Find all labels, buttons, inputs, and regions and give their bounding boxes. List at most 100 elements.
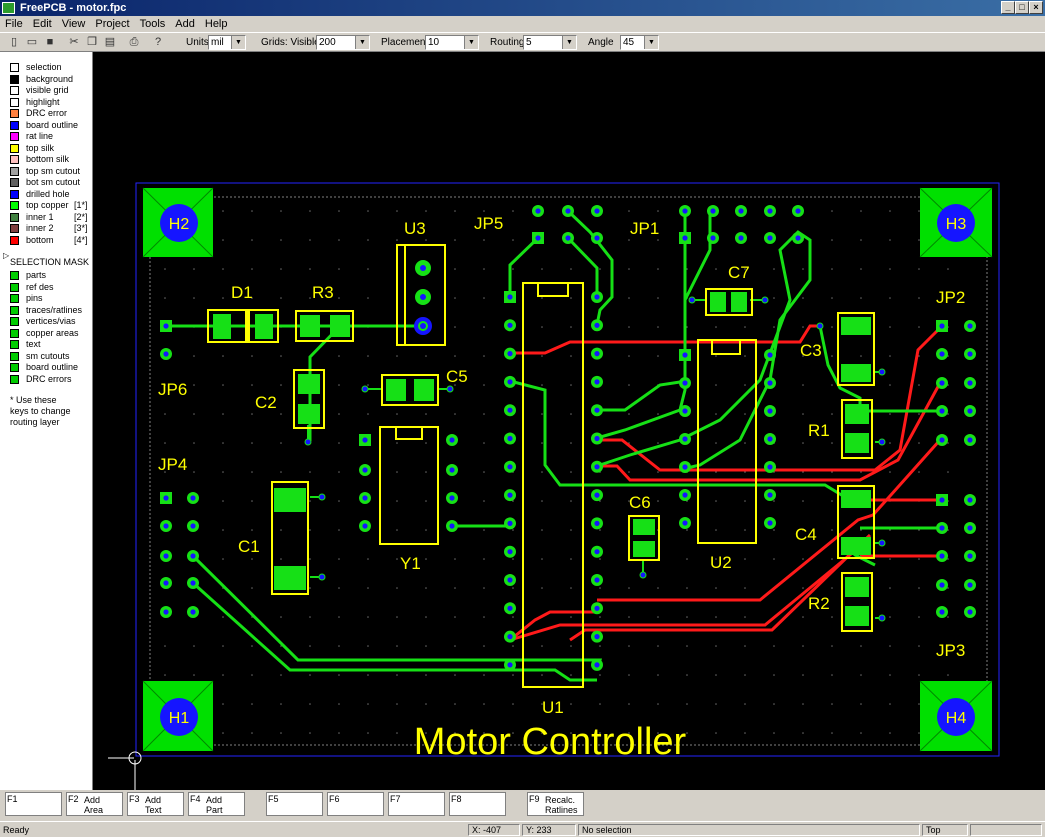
part-c1[interactable]: [271, 481, 309, 595]
ref-u2[interactable]: U2: [710, 553, 732, 572]
part-c7[interactable]: [705, 288, 753, 316]
ref-c6[interactable]: C6: [629, 493, 651, 512]
menu-project[interactable]: Project: [90, 16, 134, 32]
layer-color-swatch[interactable]: [10, 178, 19, 187]
fkey-f8[interactable]: F8: [449, 792, 506, 816]
layer-color-swatch[interactable]: [10, 201, 19, 210]
placement-select[interactable]: 10 ▼: [425, 35, 479, 50]
layer-color-swatch[interactable]: [10, 120, 19, 130]
layer-color-swatch[interactable]: [10, 189, 19, 199]
ref-c5[interactable]: C5: [446, 367, 468, 386]
ref-y1[interactable]: Y1: [400, 554, 421, 573]
layer-color-swatch[interactable]: [10, 166, 19, 176]
fkey-f4-add-part[interactable]: F4 Add Part: [188, 792, 245, 816]
fkey-f2-add-area[interactable]: F2 Add Area: [66, 792, 123, 816]
new-file-icon[interactable]: ▯: [6, 35, 22, 50]
ref-jp2[interactable]: JP2: [936, 288, 965, 307]
menu-edit[interactable]: Edit: [28, 16, 57, 32]
ref-r3[interactable]: R3: [312, 283, 334, 302]
layer-color-swatch[interactable]: [10, 143, 19, 153]
part-r1[interactable]: [841, 399, 873, 459]
layer-color-swatch[interactable]: [10, 63, 19, 72]
ref-c7[interactable]: C7: [728, 263, 750, 282]
ref-r2[interactable]: R2: [808, 594, 830, 613]
mask-checkbox[interactable]: [10, 351, 19, 361]
via[interactable]: [878, 614, 886, 622]
mask-checkbox[interactable]: [10, 374, 19, 384]
menu-view[interactable]: View: [57, 16, 91, 32]
ref-u1[interactable]: U1: [542, 698, 564, 717]
paste-icon[interactable]: ▤: [102, 35, 118, 50]
grids-select[interactable]: 200 ▼: [316, 35, 370, 50]
cut-icon[interactable]: ✂: [66, 35, 82, 50]
ref-d1[interactable]: D1: [231, 283, 253, 302]
mask-checkbox[interactable]: [10, 340, 19, 349]
mask-checkbox[interactable]: [10, 271, 19, 280]
fkey-f5[interactable]: F5: [266, 792, 323, 816]
via[interactable]: [816, 322, 824, 330]
units-select[interactable]: mil ▼: [208, 35, 246, 50]
fkey-f3-add-text[interactable]: F3 Add Text: [127, 792, 184, 816]
ref-jp4[interactable]: JP4: [158, 455, 187, 474]
ref-r1[interactable]: R1: [808, 421, 830, 440]
bottom-copper-traces[interactable]: [509, 324, 944, 642]
minimize-button[interactable]: _: [1001, 1, 1015, 14]
part-r2[interactable]: [841, 572, 873, 632]
part-c3[interactable]: [837, 312, 875, 386]
via[interactable]: [446, 385, 454, 393]
layer-color-swatch[interactable]: [10, 86, 19, 95]
ref-h3[interactable]: H3: [946, 216, 967, 233]
part-c5[interactable]: [381, 374, 439, 406]
via[interactable]: [878, 539, 886, 547]
menu-file[interactable]: File: [0, 16, 28, 32]
ref-jp5[interactable]: JP5: [474, 214, 503, 233]
part-c6[interactable]: [628, 515, 660, 561]
fkey-f6[interactable]: F6: [327, 792, 384, 816]
maximize-button[interactable]: □: [1015, 1, 1029, 14]
ref-h4[interactable]: H4: [946, 710, 967, 727]
via[interactable]: [878, 368, 886, 376]
layer-color-swatch[interactable]: [10, 155, 19, 164]
fkey-f9-recalc-ratlines[interactable]: F9 Recalc. Ratlines: [527, 792, 584, 816]
copy-icon[interactable]: ❐: [84, 35, 100, 50]
layer-color-swatch[interactable]: [10, 74, 19, 84]
via[interactable]: [878, 438, 886, 446]
mask-checkbox[interactable]: [10, 294, 19, 303]
via[interactable]: [318, 493, 326, 501]
routing-select[interactable]: 5 ▼: [523, 35, 577, 50]
part-y1[interactable]: [379, 426, 439, 545]
save-icon[interactable]: ■: [42, 35, 58, 50]
fkey-f1[interactable]: F1: [5, 792, 62, 816]
ref-c4[interactable]: C4: [795, 525, 817, 544]
layer-color-swatch[interactable]: [10, 109, 19, 118]
part-u3[interactable]: [396, 244, 446, 346]
menu-tools[interactable]: Tools: [135, 16, 171, 32]
help-icon[interactable]: ?: [150, 35, 166, 50]
print-icon[interactable]: ⎙: [126, 35, 142, 50]
via[interactable]: [688, 296, 696, 304]
layer-color-swatch[interactable]: [10, 224, 19, 233]
part-u2[interactable]: [697, 339, 757, 544]
mask-checkbox[interactable]: [10, 317, 19, 326]
via[interactable]: [361, 385, 369, 393]
ref-c2[interactable]: C2: [255, 393, 277, 412]
ref-u3[interactable]: U3: [404, 219, 426, 238]
menu-help[interactable]: Help: [200, 16, 233, 32]
menu-add[interactable]: Add: [170, 16, 200, 32]
mask-checkbox[interactable]: [10, 282, 19, 292]
ref-jp1[interactable]: JP1: [630, 219, 659, 238]
pcb-canvas[interactable]: D1 R3 U3 JP5 JP1 C7 JP2 C3 R1 C4 R2 JP3 JP6 C2 C5 JP4 C1…: [93, 52, 1045, 790]
angle-select[interactable]: 45 ▼: [620, 35, 659, 50]
ref-h1[interactable]: H1: [169, 710, 190, 727]
board-title-text[interactable]: Motor Controller: [414, 721, 687, 763]
ref-jp6[interactable]: JP6: [158, 380, 187, 399]
open-folder-icon[interactable]: ▭: [24, 35, 40, 50]
layer-color-swatch[interactable]: [10, 235, 19, 245]
layer-color-swatch[interactable]: [10, 97, 19, 107]
close-button[interactable]: ×: [1029, 1, 1043, 14]
via[interactable]: [639, 571, 647, 579]
via[interactable]: [304, 438, 312, 446]
via[interactable]: [318, 573, 326, 581]
ref-c1[interactable]: C1: [238, 537, 260, 556]
ref-jp3[interactable]: JP3: [936, 641, 965, 660]
